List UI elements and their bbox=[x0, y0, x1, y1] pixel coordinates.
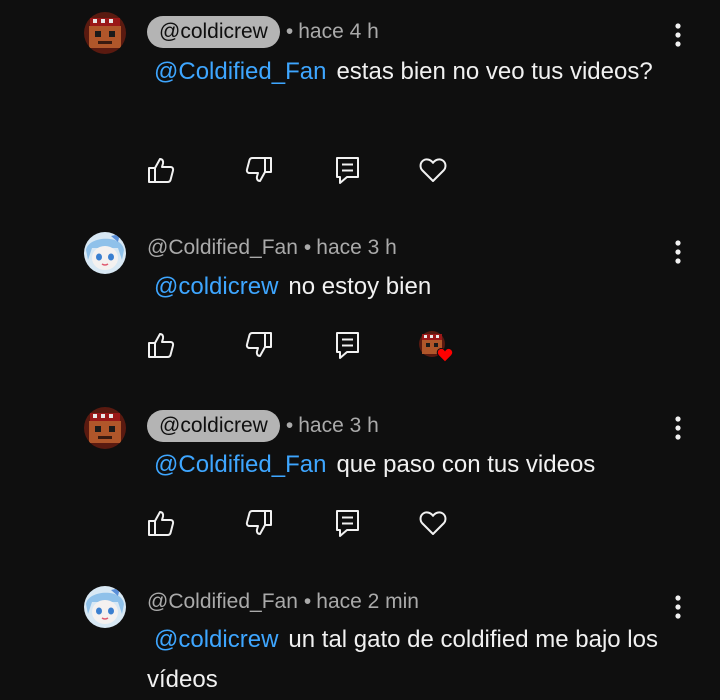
reply-icon bbox=[336, 332, 359, 359]
heart-icon bbox=[419, 158, 447, 182]
thumb-down-icon bbox=[245, 510, 272, 535]
author-avatar[interactable] bbox=[84, 232, 126, 274]
author-name[interactable]: @Coldified_Fan bbox=[147, 236, 298, 260]
mention-link[interactable]: @Coldified_Fan bbox=[154, 451, 326, 478]
mention-link[interactable]: @coldicrew bbox=[154, 626, 278, 653]
comment-body: no estoy bien bbox=[288, 273, 432, 300]
like-button[interactable] bbox=[146, 330, 176, 360]
separator-dot: • bbox=[285, 20, 294, 43]
reply-button[interactable] bbox=[333, 155, 363, 185]
comment-text: @Coldified_Fan que paso con tus videos bbox=[147, 445, 667, 485]
like-button[interactable] bbox=[146, 508, 176, 538]
reply-icon bbox=[336, 157, 359, 184]
dislike-button[interactable] bbox=[244, 508, 274, 538]
more-options-button[interactable] bbox=[666, 413, 690, 443]
pixel-head-avatar-icon bbox=[84, 12, 126, 54]
creator-heart-badge[interactable] bbox=[418, 330, 454, 364]
more-options-button[interactable] bbox=[666, 237, 690, 267]
more-options-button[interactable] bbox=[666, 20, 690, 50]
anime-girl-avatar-icon bbox=[84, 586, 126, 628]
comment-actions bbox=[0, 508, 720, 540]
comment-header: @Coldified_Fan • hace 3 h bbox=[147, 232, 397, 264]
vertical-dots-icon bbox=[675, 416, 681, 440]
mention-link[interactable]: @coldicrew bbox=[154, 273, 278, 300]
comment-text: @coldicrew un tal gato de coldified me ba… bbox=[147, 620, 667, 700]
author-avatar[interactable] bbox=[84, 12, 126, 54]
author-name[interactable]: @coldicrew bbox=[147, 16, 280, 48]
more-options-button[interactable] bbox=[666, 592, 690, 622]
comment-body: estas bien no veo tus videos? bbox=[336, 58, 653, 85]
comment-time[interactable]: hace 3 h bbox=[298, 414, 379, 438]
thumb-up-icon bbox=[148, 333, 175, 358]
author-avatar[interactable] bbox=[84, 586, 126, 628]
vertical-dots-icon bbox=[675, 240, 681, 264]
reply-button[interactable] bbox=[333, 330, 363, 360]
author-name[interactable]: @Coldified_Fan bbox=[147, 590, 298, 614]
comment-body: que paso con tus videos bbox=[336, 451, 596, 478]
heart-button[interactable] bbox=[418, 508, 448, 538]
author-name[interactable]: @coldicrew bbox=[147, 410, 280, 442]
reply-icon bbox=[336, 510, 359, 537]
dislike-button[interactable] bbox=[244, 155, 274, 185]
author-avatar[interactable] bbox=[84, 407, 126, 449]
comment-actions bbox=[0, 155, 720, 187]
comment-time[interactable]: hace 4 h bbox=[298, 20, 379, 44]
comment-header: @Coldified_Fan • hace 2 min bbox=[147, 586, 419, 618]
creator-heart-icon bbox=[419, 331, 454, 363]
vertical-dots-icon bbox=[675, 595, 681, 619]
comment-header: @coldicrew • hace 4 h bbox=[147, 16, 379, 48]
reply-button[interactable] bbox=[333, 508, 363, 538]
thumb-down-icon bbox=[245, 332, 272, 357]
separator-dot: • bbox=[285, 414, 294, 437]
separator-dot: • bbox=[303, 236, 312, 259]
heart-button[interactable] bbox=[418, 155, 448, 185]
separator-dot: • bbox=[303, 590, 312, 613]
thumb-up-icon bbox=[148, 158, 175, 183]
dislike-button[interactable] bbox=[244, 330, 274, 360]
comment-time[interactable]: hace 2 min bbox=[316, 590, 419, 614]
comment-text: @Coldified_Fan estas bien no veo tus vide… bbox=[147, 52, 667, 92]
comment-actions bbox=[0, 330, 720, 364]
anime-girl-avatar-icon bbox=[84, 232, 126, 274]
comment-time[interactable]: hace 3 h bbox=[316, 236, 397, 260]
like-button[interactable] bbox=[146, 155, 176, 185]
comment-header: @coldicrew • hace 3 h bbox=[147, 410, 379, 442]
mention-link[interactable]: @Coldified_Fan bbox=[154, 58, 326, 85]
thumb-up-icon bbox=[148, 511, 175, 536]
pixel-head-avatar-icon bbox=[84, 407, 126, 449]
thumb-down-icon bbox=[245, 157, 272, 182]
heart-icon bbox=[419, 511, 447, 535]
vertical-dots-icon bbox=[675, 23, 681, 47]
comment-text: @coldicrew no estoy bien bbox=[147, 267, 667, 307]
